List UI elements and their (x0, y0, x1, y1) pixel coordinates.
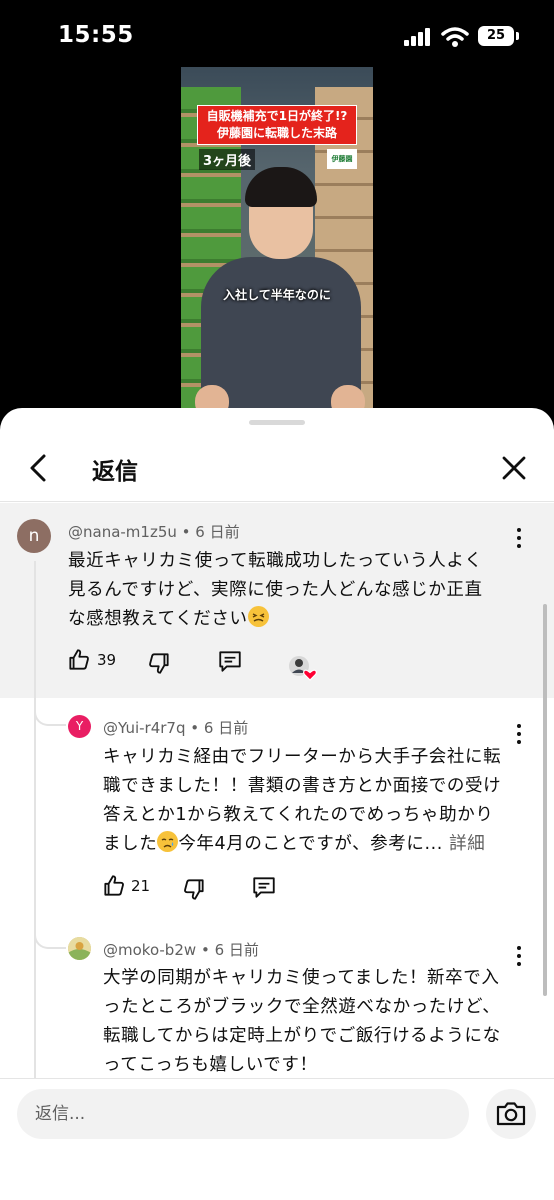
avatar[interactable] (68, 937, 91, 960)
video-person-hand (195, 385, 229, 410)
wifi-icon (441, 27, 469, 47)
comment-line: 最近キャリカミ使って転職成功したっていう人よく (68, 551, 483, 571)
back-button[interactable] (22, 450, 58, 486)
comment-line: 大学の同期がキャリカミ使ってました！新卒で入 (103, 968, 500, 988)
comment-line: 答えとか1から教えてくれたのでめっちゃ助かり (103, 805, 494, 825)
meta-separator: • (200, 941, 215, 959)
camera-button[interactable] (486, 1089, 536, 1139)
battery-icon: 25 (478, 26, 514, 46)
reply-comment-icon[interactable] (251, 874, 277, 900)
sheet-header: 返信 (0, 436, 554, 502)
video-title-banner: 自販機補充で1日が終了!? 伊藤園に転職した末路 (197, 105, 357, 145)
sheet-drag-handle[interactable] (249, 420, 305, 425)
video-title-line: 自販機補充で1日が終了!? (206, 109, 348, 123)
comment-meta: @nana-m1z5u • 6 日前 (68, 521, 240, 542)
meta-separator: • (190, 719, 204, 737)
sheet-title: 返信 (92, 459, 138, 485)
thread-connector (34, 710, 66, 726)
frustrated-emoji-icon (247, 606, 269, 627)
crying-emoji-icon (157, 831, 179, 852)
reply-composer (0, 1078, 554, 1200)
comment-line: 職できました！！書類の書き方とか面接での受け (103, 776, 502, 796)
comment-author[interactable]: @moko-b2w (103, 941, 196, 959)
thumbs-down-icon[interactable] (181, 876, 207, 902)
camera-icon (496, 1102, 526, 1126)
comment-line: ったところがブラックで全然遊べなかったけど、 (103, 997, 501, 1017)
video-tag: 3ヶ月後 (199, 149, 256, 170)
video-brand-logo: 伊藤園 (327, 149, 357, 169)
comment-line: 転職してからは定時上がりでご飯行けるようにな (103, 1026, 501, 1046)
close-button[interactable] (496, 450, 532, 486)
comment-line: な感想教えてください (68, 605, 538, 634)
comment-time: 6 日前 (195, 523, 240, 541)
comment-line: キャリカミ経由でフリーターから大手子会社に転 (103, 747, 502, 767)
video-person-hand (331, 385, 365, 410)
meta-separator: • (181, 523, 196, 541)
comment-text: 最近キャリカミ使って転職成功したっていう人よく 見るんですけど、実際に使った人ど… (68, 547, 538, 634)
status-bar: 15:55 25 (0, 0, 554, 70)
replies-sheet: 返信 n @nana-m1z5u • 6 日前 最近キャリカミ使って転職成功した… (0, 408, 554, 1200)
comment-author[interactable]: @Yui-r4r7q (103, 719, 185, 737)
thumbs-up-icon[interactable] (101, 873, 127, 899)
avatar[interactable]: Y (68, 715, 91, 738)
scrollbar[interactable] (543, 604, 547, 996)
reply-comment-icon[interactable] (217, 648, 243, 674)
like-count: 39 (97, 651, 117, 669)
comment-line: ました 今年4月のことですが、参考に... 詳細 (103, 830, 539, 859)
comment-thread[interactable]: n @nana-m1z5u • 6 日前 最近キャリカミ使って転職成功したってい… (0, 503, 554, 1078)
thumbs-up-icon[interactable] (66, 647, 92, 673)
reply-input[interactable] (17, 1089, 469, 1139)
video-player[interactable]: 自販機補充で1日が終了!? 伊藤園に転職した末路 3ヶ月後 伊藤園 入社して半年… (181, 67, 373, 410)
video-title-line: 伊藤園に転職した末路 (216, 126, 337, 140)
battery-tip (516, 32, 519, 40)
comment-author[interactable]: @nana-m1z5u (68, 523, 177, 541)
thread-connector (34, 933, 66, 949)
creator-heart-icon (289, 656, 317, 681)
like-count: 21 (131, 877, 151, 895)
thumbs-down-icon[interactable] (146, 650, 172, 676)
comment-time: 6 日前 (214, 941, 259, 959)
read-more-link[interactable]: 詳細 (449, 834, 485, 854)
comment-meta: @Yui-r4r7q • 6 日前 (103, 717, 248, 738)
comment-text: 大学の同期がキャリカミ使ってました！新卒で入 ったところがブラックで全然遊べなか… (103, 964, 539, 1078)
cellular-signal-icon (404, 28, 432, 46)
comment-line: 見るんですけど、実際に使った人どんな感じか正直 (68, 580, 483, 600)
parent-comment: n @nana-m1z5u • 6 日前 最近キャリカミ使って転職成功したってい… (0, 503, 554, 698)
thread-line (34, 561, 36, 1078)
comment-line: ってこっちも嬉しいです！ (103, 1055, 318, 1075)
comment-meta: @moko-b2w • 6 日前 (103, 939, 259, 960)
video-person-hair (245, 167, 317, 207)
status-time: 15:55 (58, 22, 134, 48)
comment-text: キャリカミ経由でフリーターから大手子会社に転 職できました！！書類の書き方とか面… (103, 743, 539, 859)
avatar[interactable]: n (17, 519, 51, 553)
video-caption: 入社して半年なのに (223, 288, 331, 302)
comment-time: 6 日前 (203, 719, 249, 737)
